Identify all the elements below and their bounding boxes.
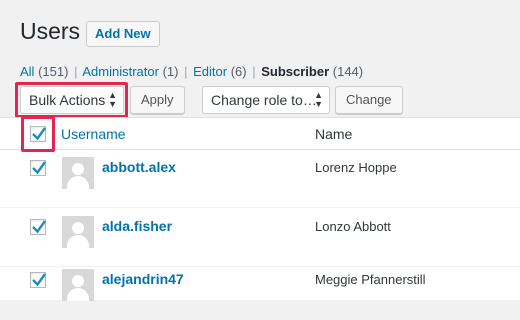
bulk-actions-highlight <box>15 82 128 118</box>
default-avatar-icon <box>62 157 94 189</box>
row-checkbox[interactable] <box>30 160 46 176</box>
default-avatar-icon <box>62 216 94 248</box>
checkmark-icon <box>32 273 46 287</box>
filter-editor-link[interactable]: Editor (6) <box>193 64 246 79</box>
filter-editor-count: (6) <box>230 64 247 79</box>
table-header: Username Name <box>0 118 520 150</box>
filter-administrator-label[interactable]: Administrator <box>82 64 159 79</box>
change-role-button[interactable]: Change <box>335 86 403 114</box>
filter-editor-label[interactable]: Editor <box>193 64 227 79</box>
add-new-button[interactable]: Add New <box>86 21 160 47</box>
row-username-link[interactable]: alejandrin47 <box>102 271 184 287</box>
row-username-link[interactable]: alda.fisher <box>102 218 172 234</box>
row-name: Lonzo Abbott <box>315 219 391 234</box>
row-checkbox[interactable] <box>30 219 46 235</box>
change-role-select[interactable]: Change role to… ▲ ▼ <box>202 86 330 114</box>
table-row: alejandrin47 Meggie Pfannerstill <box>0 262 520 320</box>
row-username-link[interactable]: abbott.alex <box>102 159 176 175</box>
role-filter-links: All (151) | Administrator (1) | Editor (… <box>20 64 363 79</box>
filter-administrator-link[interactable]: Administrator (1) <box>82 64 178 79</box>
users-table: Username Name abbott.alex Lorenz Hoppe a… <box>0 117 520 320</box>
filter-all-link[interactable]: All (151) <box>20 64 68 79</box>
filter-subscriber-current: Subscriber <box>261 64 330 79</box>
select-all-highlight <box>21 116 55 152</box>
table-row: alda.fisher Lonzo Abbott <box>0 209 520 267</box>
row-name: Lorenz Hoppe <box>315 160 397 175</box>
filter-separator: | <box>252 64 256 79</box>
filter-subscriber-count: (144) <box>332 64 364 79</box>
updown-arrows-icon: ▲ ▼ <box>314 90 323 109</box>
column-header-name: Name <box>315 126 353 142</box>
filter-all-count: (151) <box>38 64 69 79</box>
filter-administrator-count: (1) <box>162 64 179 79</box>
filter-separator: | <box>74 64 78 79</box>
row-name: Meggie Pfannerstill <box>315 272 426 287</box>
change-role-value: Change role to… <box>211 92 317 108</box>
filter-all-label[interactable]: All <box>20 64 34 79</box>
apply-button[interactable]: Apply <box>130 86 185 114</box>
checkmark-icon <box>32 220 46 234</box>
checkmark-icon <box>32 161 46 175</box>
column-header-username[interactable]: Username <box>61 126 126 142</box>
page-title: Users <box>20 18 81 44</box>
default-avatar-icon <box>62 269 94 301</box>
filter-separator: | <box>184 64 188 79</box>
table-row: abbott.alex Lorenz Hoppe <box>0 150 520 208</box>
row-checkbox[interactable] <box>30 272 46 288</box>
